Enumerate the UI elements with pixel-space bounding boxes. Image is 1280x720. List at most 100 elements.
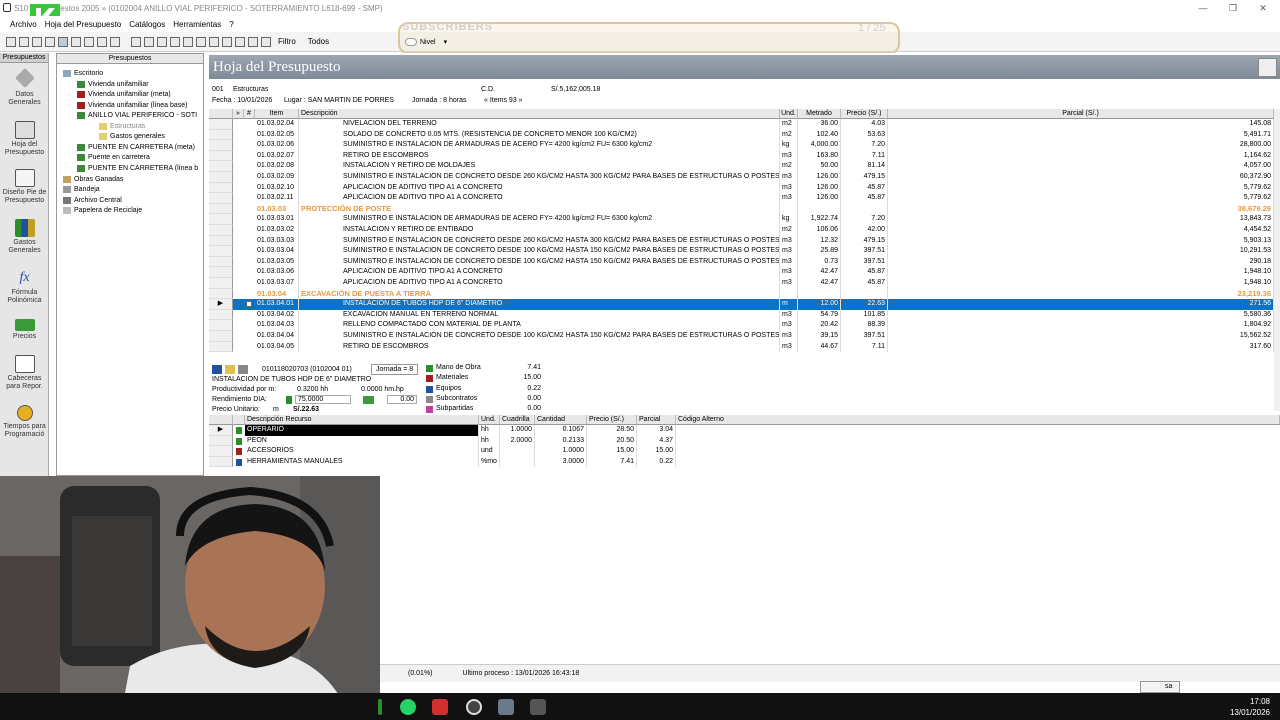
- row-selector[interactable]: [209, 309, 233, 321]
- col-header-parcial[interactable]: Parcial (S/.): [888, 109, 1274, 119]
- monitor-icon[interactable]: [84, 36, 94, 47]
- resource-row[interactable]: PEON hh 2.0000 0.2133 20.50 4.37: [209, 435, 679, 447]
- minimize-button[interactable]: —: [1188, 0, 1218, 16]
- table-row[interactable]: 01.03.04.01 INSTALACIÓN DE TUBOS HDP DE 6…: [233, 299, 1274, 310]
- row-selector[interactable]: [209, 119, 233, 130]
- stamp-icon[interactable]: [183, 36, 193, 47]
- res-col-cuadrilla[interactable]: Cuadrilla: [500, 415, 535, 425]
- res-col-desc[interactable]: Descripción Recurso: [245, 415, 479, 425]
- col-header-num[interactable]: #: [244, 109, 255, 119]
- res-col-und[interactable]: Und.: [479, 415, 500, 425]
- col-header-desc[interactable]: Descripción: [299, 109, 780, 119]
- table-row[interactable]: 01.03.02.09 SUMINISTRO E INSTALACIÓN DE C…: [233, 172, 1274, 183]
- row-selector[interactable]: [209, 235, 233, 247]
- rendimiento-input[interactable]: 75.0000: [295, 395, 351, 404]
- res-col-parcial[interactable]: Parcial: [637, 415, 676, 425]
- toggle-icon[interactable]: [405, 38, 417, 46]
- table-row[interactable]: 01.03.02.06 SUMINISTRO E INSTALACION DE A…: [233, 140, 1274, 151]
- sum-icon[interactable]: [235, 36, 245, 47]
- grid-icon[interactable]: [58, 36, 68, 47]
- nav-datos-generales[interactable]: Datos Generales: [0, 68, 49, 107]
- nivel-select[interactable]: Nivel ▾: [405, 36, 465, 48]
- folder-icon[interactable]: [225, 365, 235, 374]
- nav-formula-polinomica[interactable]: fx Fórmula Polinómica: [0, 269, 49, 305]
- col-header-und[interactable]: Und.: [780, 109, 798, 119]
- table-row-subtitle[interactable]: 01.03.03 PROTECCIÓN DE POSTE 38,679.29: [233, 203, 1274, 215]
- table-row[interactable]: 01.03.02.04 NIVELACION DEL TERRENO m2 36.00…: [233, 119, 1274, 130]
- down-arrow-icon[interactable]: [45, 36, 55, 47]
- up-arrow-icon[interactable]: [32, 36, 42, 47]
- row-selector[interactable]: [209, 214, 233, 225]
- resource-row[interactable]: OPERARIO hh 1.0000 0.1067 28.50 3.04: [209, 425, 679, 436]
- table-row[interactable]: 01.03.03.04 SUMINISTRO E INSTALACIÓN DE C…: [233, 246, 1274, 257]
- calculator-icon[interactable]: [1258, 58, 1277, 77]
- nav-precios[interactable]: Precios: [0, 319, 49, 341]
- copy-icon[interactable]: [196, 36, 206, 47]
- row-selector[interactable]: [209, 182, 233, 194]
- row-selector[interactable]: [209, 288, 233, 300]
- tree-item[interactable]: Puente en carretera: [77, 153, 150, 163]
- filtro-select[interactable]: Todos: [308, 37, 329, 46]
- col-header-precio[interactable]: Precio (S/.): [841, 109, 888, 119]
- whatsapp-icon[interactable]: [400, 699, 416, 715]
- table-row[interactable]: 01.03.03.01 SUMINISTRO E INSTALACION DE A…: [233, 214, 1274, 225]
- resource-row[interactable]: HERRAMIENTAS MANUALES %mo 3.0000 7.41 0.22: [209, 456, 679, 468]
- tray-notification[interactable]: sa: [1140, 681, 1180, 693]
- row-selector[interactable]: [209, 246, 233, 257]
- app-icon[interactable]: [378, 699, 382, 715]
- tree-item-archivo-central[interactable]: Archivo Central: [63, 195, 122, 205]
- res-col-cantidad[interactable]: Cantidad: [535, 415, 587, 425]
- table-row[interactable]: 01.03.04.02 EXCAVACION MANUAL EN TERRENO …: [233, 309, 1274, 321]
- edit-icon[interactable]: [212, 365, 222, 374]
- nav-tiempos[interactable]: Tiempos para Programació: [0, 405, 49, 439]
- percent-icon[interactable]: [248, 36, 258, 47]
- row-selector[interactable]: [209, 267, 233, 278]
- row-selector[interactable]: [209, 331, 233, 342]
- row-selector[interactable]: [209, 278, 233, 289]
- menu-catalogos[interactable]: Catálogos: [129, 20, 165, 29]
- recalc-icon[interactable]: [222, 36, 232, 47]
- recorder-icon[interactable]: [466, 699, 482, 715]
- tree-item[interactable]: Vivienda unifamiliar: [77, 79, 149, 89]
- print-icon[interactable]: [238, 365, 248, 374]
- table-row[interactable]: 01.03.02.05 SOLADO DE CONCRETO 0.05 MTS. …: [233, 129, 1274, 141]
- row-selector[interactable]: [209, 193, 233, 204]
- s10-icon[interactable]: [530, 699, 546, 715]
- nav-hoja-presupuesto[interactable]: Hoja del Presupuesto: [0, 121, 49, 157]
- table-row[interactable]: 01.03.02.10 APLICACIÓN DE ADITIVO TIPO A1…: [233, 182, 1274, 194]
- tree-item-anillo-vial[interactable]: ANILLO VIAL PERIFERICO - SOTI: [77, 111, 197, 121]
- menu-hoja-presupuesto[interactable]: Hoja del Presupuesto: [45, 20, 122, 29]
- col-header-expand[interactable]: »: [233, 109, 244, 119]
- res-col-precio[interactable]: Precio (S/.): [587, 415, 637, 425]
- row-checkbox[interactable]: [246, 301, 252, 308]
- tree-item[interactable]: Vivienda unifamiliar (línea base): [77, 100, 187, 110]
- tree-item-bandeja[interactable]: Bandeja: [63, 185, 100, 195]
- tree-item[interactable]: Vivienda unifamiliar (meta): [77, 90, 171, 100]
- menu-archivo[interactable]: Archivo: [10, 20, 37, 29]
- tag-icon[interactable]: [110, 36, 120, 47]
- chart-icon[interactable]: [209, 36, 219, 47]
- jornada-field[interactable]: Jornada = 8: [371, 364, 419, 375]
- col-header-item[interactable]: Item: [255, 109, 299, 119]
- export-icon[interactable]: [97, 36, 107, 47]
- tree-item-gastos[interactable]: Gastos generales: [99, 132, 165, 142]
- resource-row[interactable]: ACCESORIOS und 1.0000 15.00 15.00: [209, 446, 679, 457]
- table-row[interactable]: 01.03.03.03 SUMINISTRO E INSTALACIÓN DE C…: [233, 235, 1274, 247]
- outdent-icon[interactable]: [157, 36, 167, 47]
- table-row[interactable]: 01.03.02.08 INSTALACIÓN Y RETIRO DE MOLDA…: [233, 161, 1274, 172]
- chevron-down-icon[interactable]: ▾: [444, 38, 448, 46]
- calculator-icon[interactable]: [498, 699, 514, 715]
- nav-cabeceras[interactable]: Cabeceras para Repor.: [0, 355, 49, 391]
- row-selector[interactable]: [209, 203, 233, 215]
- calc-icon[interactable]: [71, 36, 81, 47]
- tree-item-escritorio[interactable]: Escritorio: [63, 68, 103, 78]
- rend-extra[interactable]: 0.00: [387, 395, 417, 404]
- nav-diseno-pie[interactable]: Diseño Pie de Presupuesto: [0, 169, 49, 205]
- row-selector[interactable]: [209, 140, 233, 151]
- table-row[interactable]: 01.03.04.04 SUMINISTRO E INSTALACIÓN DE C…: [233, 331, 1274, 342]
- menu-herramientas[interactable]: Herramientas: [173, 20, 221, 29]
- menu-help[interactable]: ?: [229, 20, 233, 29]
- preview-icon[interactable]: [19, 36, 29, 47]
- close-button[interactable]: ✕: [1248, 0, 1278, 16]
- row-selector[interactable]: [209, 150, 233, 162]
